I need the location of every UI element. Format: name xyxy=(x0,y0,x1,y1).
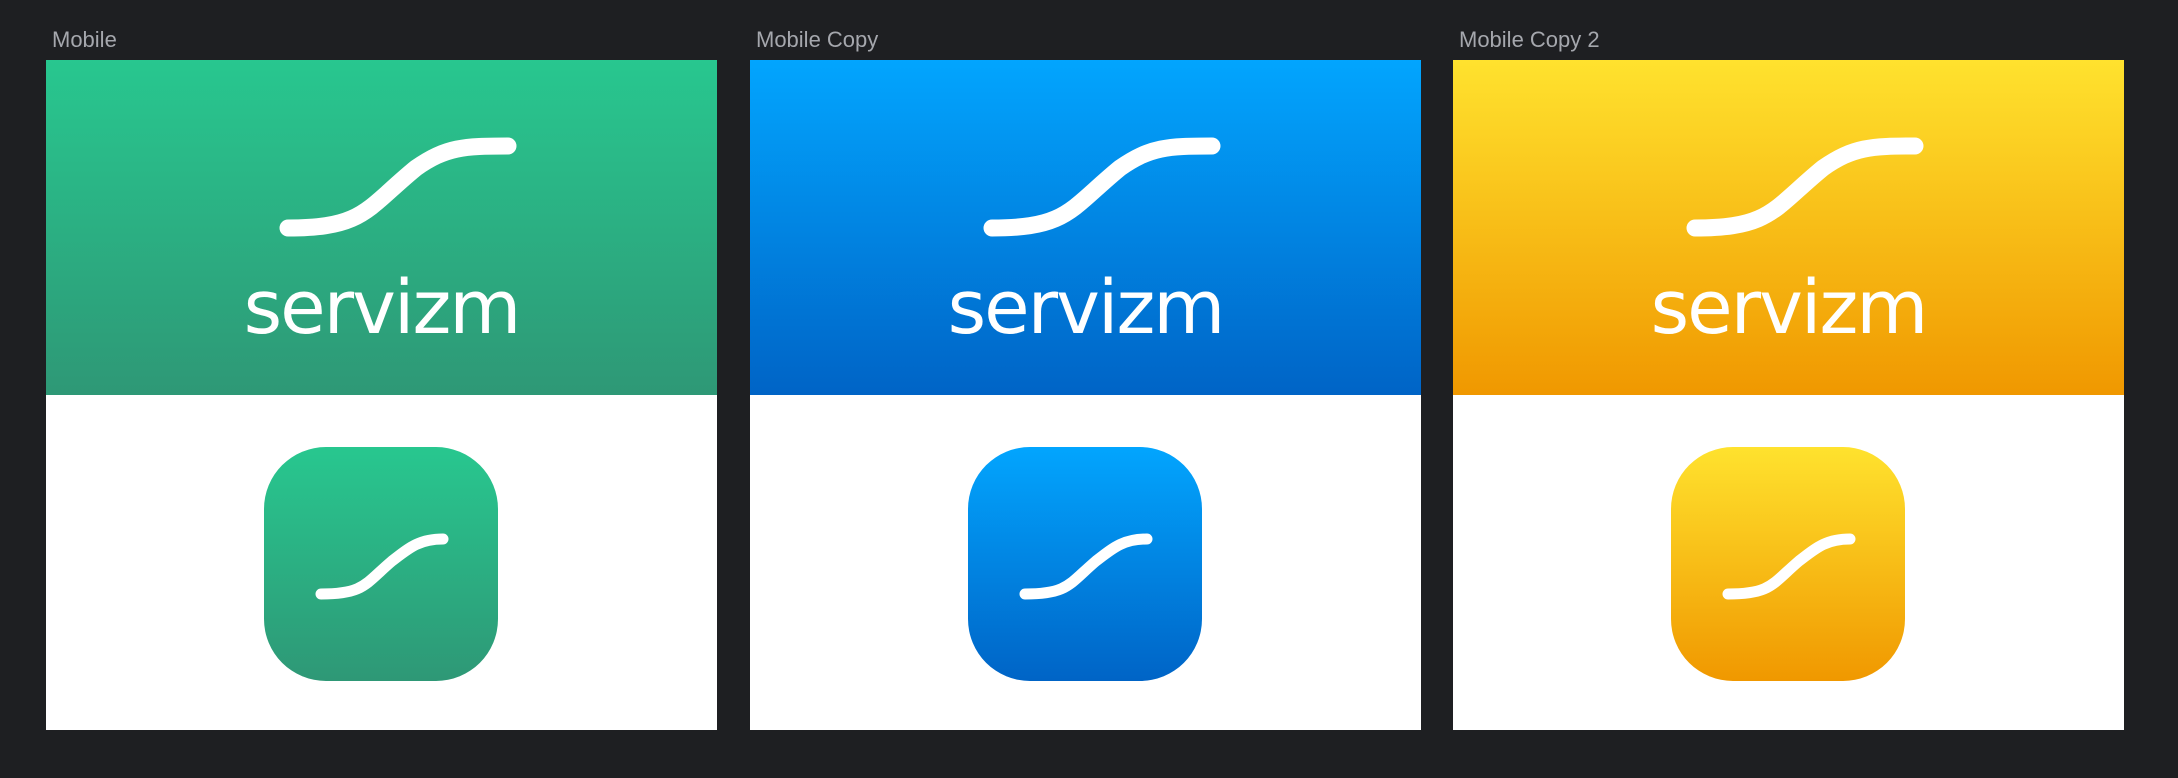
s-curve-app-icon xyxy=(1722,533,1856,600)
app-icon-tile[interactable] xyxy=(968,447,1202,681)
logo-banner: servizm xyxy=(46,60,717,395)
s-curve-app-icon xyxy=(1019,533,1153,600)
app-icon-tile[interactable] xyxy=(264,447,498,681)
logo-banner: servizm xyxy=(750,60,1421,395)
wordmark-text: servizm xyxy=(947,265,1226,351)
artboard-mobile[interactable]: servizm xyxy=(46,60,717,730)
artboard-mobile-copy[interactable]: servizm xyxy=(750,60,1421,730)
design-canvas: Mobile servizm Mobile Copy servizm Mobil… xyxy=(0,0,2178,778)
app-icon-tile[interactable] xyxy=(1671,447,1905,681)
artboard-label-mobile-copy-2[interactable]: Mobile Copy 2 xyxy=(1459,27,1600,53)
artboard-mobile-copy-2[interactable]: servizm xyxy=(1453,60,2124,730)
artboard-label-mobile[interactable]: Mobile xyxy=(52,27,117,53)
s-curve-app-icon xyxy=(315,533,449,600)
artboard-label-mobile-copy[interactable]: Mobile Copy xyxy=(756,27,878,53)
wordmark-text: servizm xyxy=(243,265,522,351)
logo-banner: servizm xyxy=(1453,60,2124,395)
wordmark-text: servizm xyxy=(1650,265,1929,351)
